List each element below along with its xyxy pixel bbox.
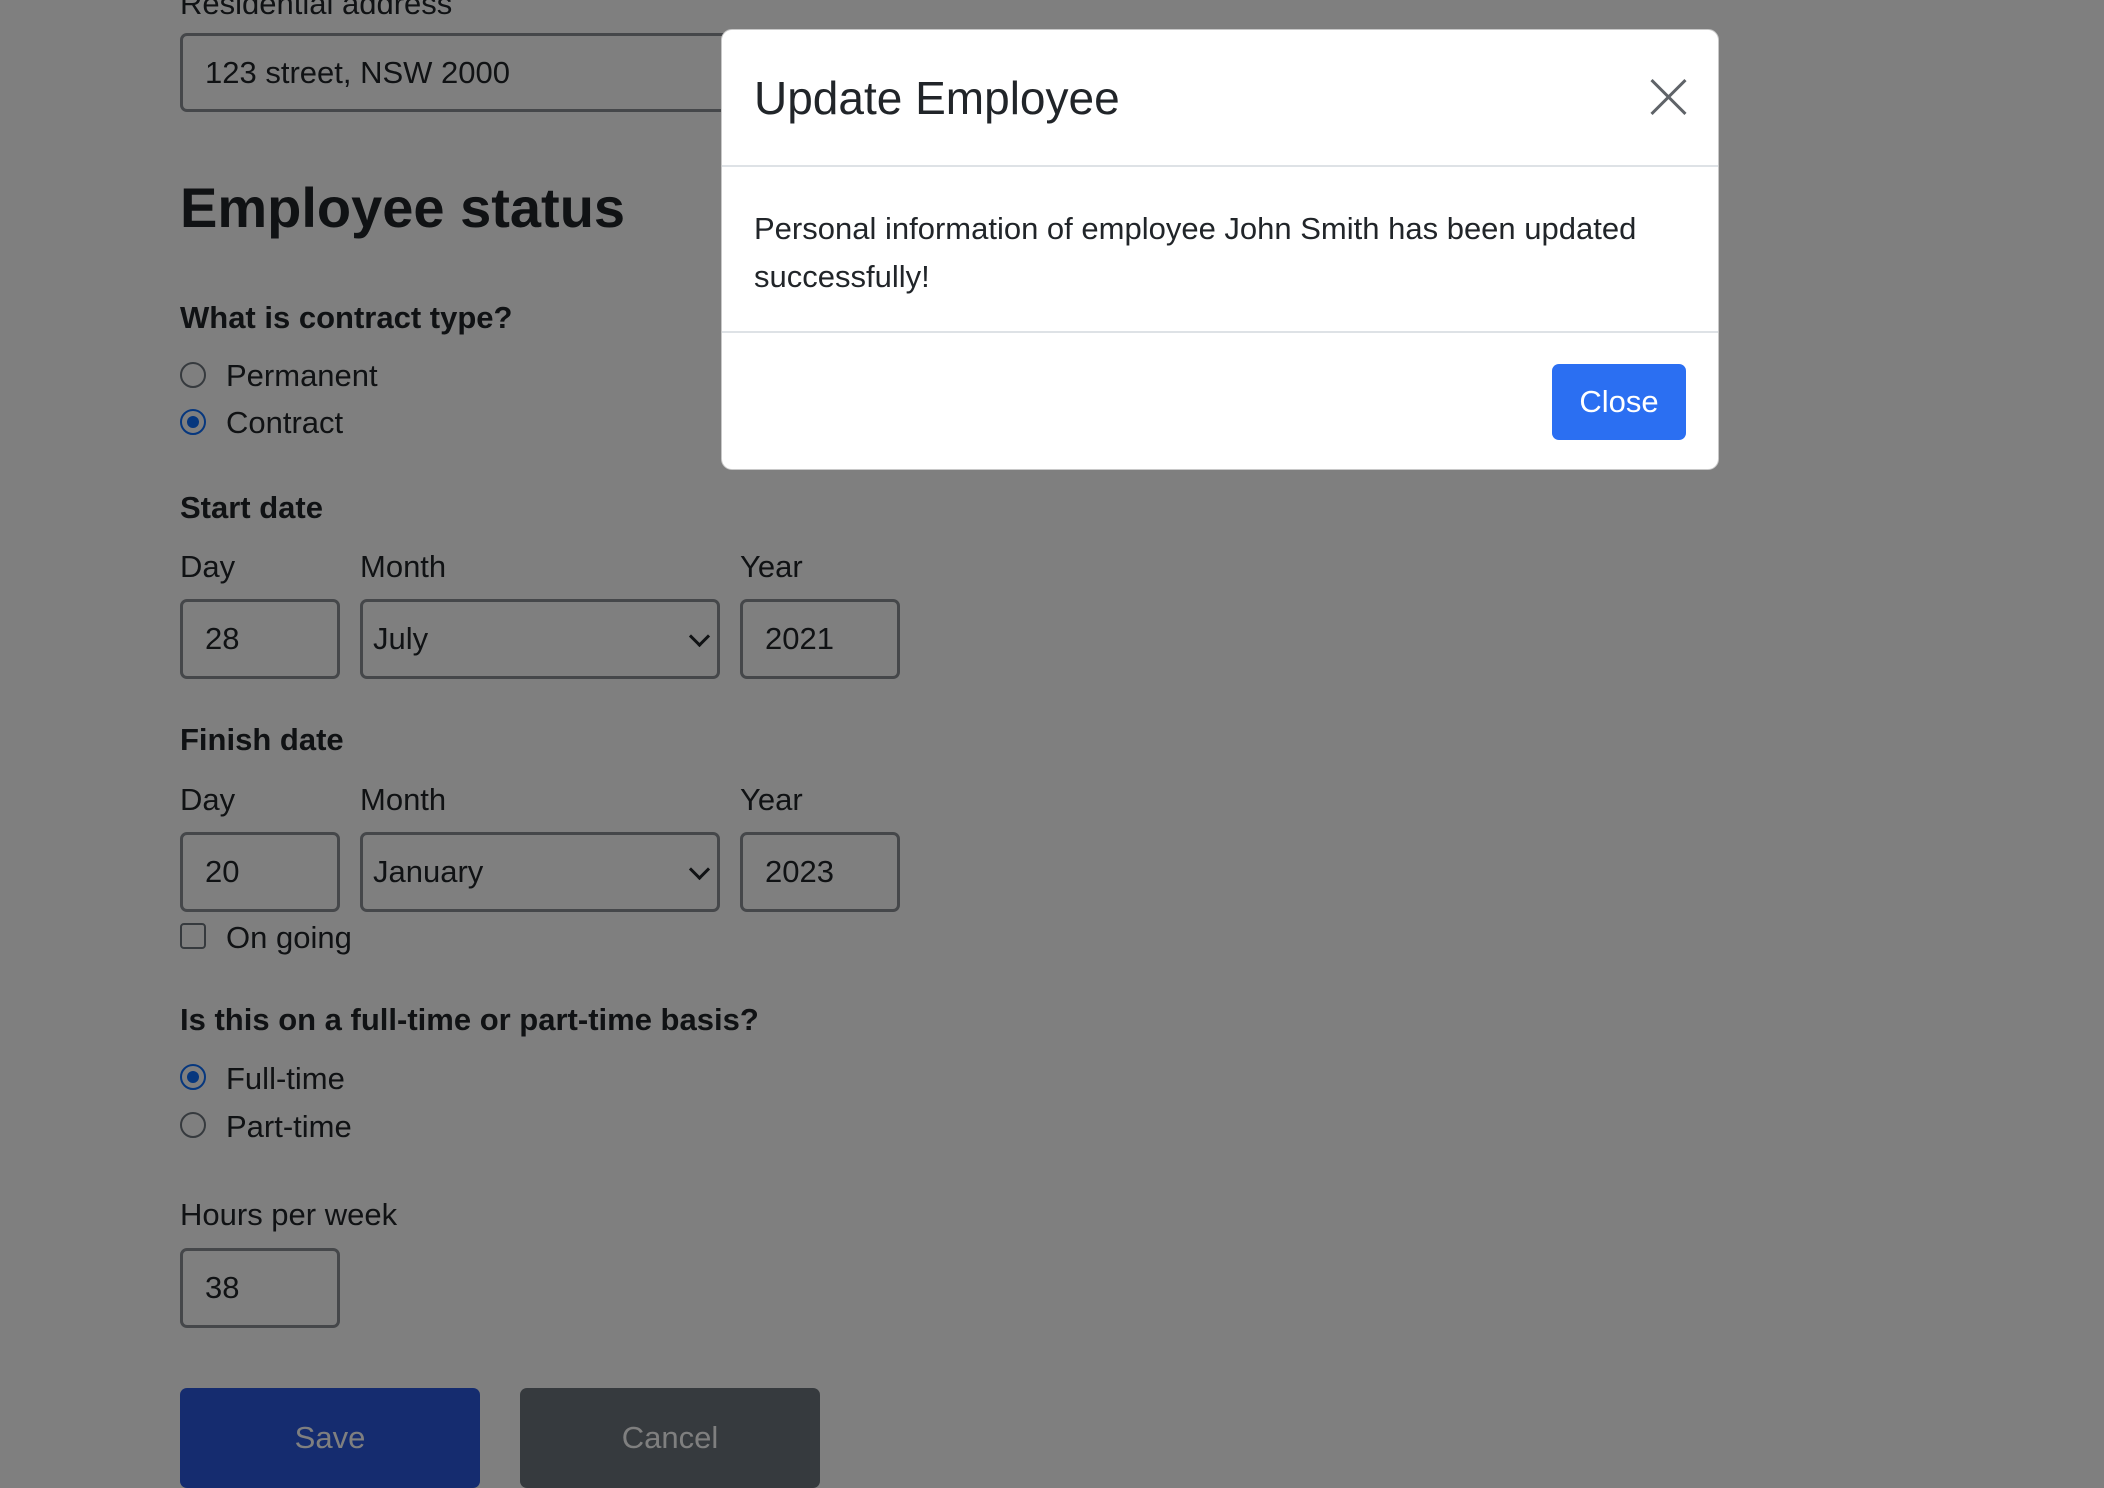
modal-message: Personal information of employee John Sm…	[754, 211, 1637, 294]
close-button[interactable]: Close	[1552, 364, 1686, 440]
modal-header: Update Employee	[722, 30, 1718, 167]
update-employee-modal: Update Employee Personal information of …	[721, 29, 1719, 470]
modal-title: Update Employee	[754, 72, 1120, 124]
modal-footer: Close	[722, 331, 1718, 469]
close-icon[interactable]	[1651, 79, 1687, 115]
